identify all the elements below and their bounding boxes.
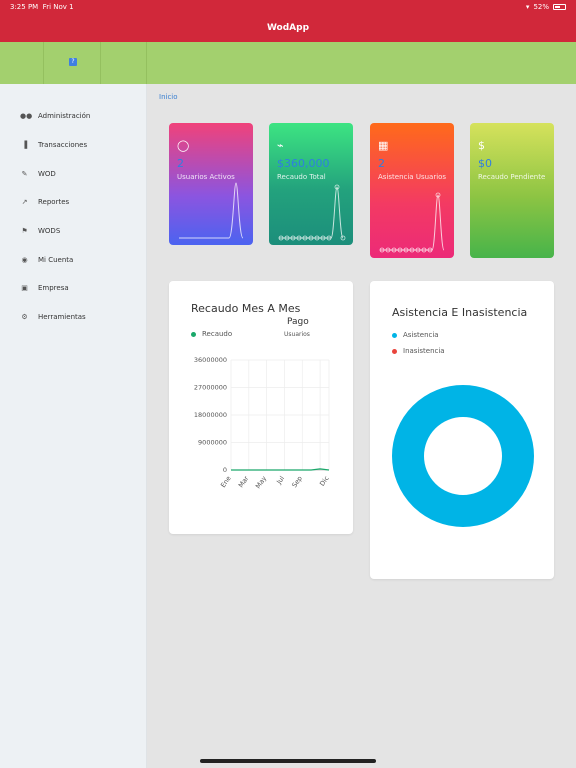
asistencia-chart-panel: Asistencia E Inasistencia Asistencia Ina… — [370, 281, 554, 579]
battery-icon — [553, 4, 566, 10]
series-line-recaudo — [231, 468, 330, 471]
line-chart-icon: ↗ — [21, 198, 28, 206]
card-label: Recaudo Total — [277, 173, 326, 181]
sidebar-item-reportes[interactable]: ↗ Reportes — [20, 198, 70, 206]
card-label: Asistencia Usuarios — [378, 173, 447, 181]
status-time: 3:25 PM Fri Nov 1 — [10, 3, 74, 11]
x-tick-label: Sep — [290, 475, 304, 490]
briefcase-icon: ▣ — [21, 284, 28, 292]
card-value: 2 — [177, 157, 184, 170]
x-tick-label: Ene — [219, 475, 233, 490]
dollar-icon: $ — [478, 139, 485, 152]
cart-icon: ⌁ — [277, 139, 284, 152]
wifi-icon: ▾ — [525, 3, 530, 11]
x-tick-label: Mar — [237, 474, 251, 489]
donut-slice-asistencia[interactable] — [392, 385, 534, 527]
sidebar-item-label: Transacciones — [38, 141, 88, 149]
sidebar-item-label: Mi Cuenta — [38, 256, 74, 264]
card-value: 2 — [378, 157, 385, 170]
sidebar-item-label: WOD — [38, 170, 56, 178]
card-recaudo-total[interactable]: ⌁ $360,000 Recaudo Total — [269, 123, 353, 245]
sidebar-item-label: WODS — [38, 227, 61, 235]
card-label: Recaudo Pendiente — [478, 173, 546, 181]
y-tick-label: 0 — [223, 466, 227, 474]
bar-chart-icon: ▐ — [21, 141, 28, 149]
status-right: ▾ 52% — [526, 3, 566, 11]
sidebar-item-wods[interactable]: ⚑ WODS — [20, 227, 60, 235]
toolbar — [0, 42, 576, 84]
cogs-icon: ⚙ — [21, 313, 28, 321]
flag-icon: ⚑ — [21, 227, 28, 235]
sidebar-item-label: Empresa — [38, 284, 69, 292]
sidebar-item-label: Administración — [38, 112, 91, 120]
status-bar: 3:25 PM Fri Nov 1 ▾ 52% — [0, 0, 576, 14]
app-header: WodApp — [0, 14, 576, 42]
toolbar-divider — [146, 42, 147, 84]
account-icon: ◉ — [21, 256, 28, 264]
card-value: $360,000 — [277, 157, 330, 170]
sidebar-item-label: Reportes — [38, 198, 70, 206]
sidebar-item-transacciones[interactable]: ▐ Transacciones — [20, 141, 87, 149]
home-indicator[interactable] — [200, 759, 376, 763]
card-label: Usuarios Activos — [177, 173, 235, 181]
card-asistencia-usuarios[interactable]: ▦ 2 Asistencia Usuarios — [370, 123, 454, 258]
recaudo-line-chart: 36000000 27000000 18000000 9000000 0Ene Mar Ma… — [194, 356, 331, 490]
battery-percent: 52% — [533, 3, 549, 11]
y-tick-label: 18000000 — [194, 411, 227, 419]
user-icon: ◯ — [177, 139, 190, 152]
calendar-icon: ▦ — [378, 139, 389, 152]
card-value: $0 — [478, 157, 492, 170]
x-tick-label: Jul — [274, 474, 286, 486]
sidebar-item-label: Herramientas — [38, 313, 86, 321]
users-icon: ●● — [20, 112, 33, 120]
toolbar-divider — [100, 42, 101, 84]
x-tick-label: Dic — [318, 474, 331, 487]
sidebar-item-administracion[interactable]: ●● Administración — [20, 112, 90, 120]
x-tick-label: May — [254, 474, 268, 490]
y-tick-label: 27000000 — [194, 384, 227, 392]
card-recaudo-pendiente[interactable]: $ $0 Recaudo Pendiente — [470, 123, 554, 258]
sidebar-item-herramientas[interactable]: ⚙ Herramientas — [20, 313, 86, 321]
sidebar: ●● Administración ▐ Transacciones ✎ WOD … — [0, 84, 147, 768]
sidebar-item-mi-cuenta[interactable]: ◉ Mi Cuenta — [20, 256, 73, 264]
recaudo-chart-panel: Recaudo Mes A Mes Recaudo Pago Usuarios … — [169, 281, 353, 534]
toolbar-divider — [43, 42, 44, 84]
help-icon[interactable]: ? — [69, 58, 77, 66]
card-usuarios-activos[interactable]: ◯ 2 Usuarios Activos — [169, 123, 253, 245]
breadcrumb[interactable]: Inicio — [159, 93, 178, 101]
y-tick-label: 36000000 — [194, 356, 227, 364]
edit-icon: ✎ — [21, 170, 28, 178]
asistencia-donut-chart — [392, 385, 534, 527]
sidebar-item-empresa[interactable]: ▣ Empresa — [20, 284, 69, 292]
sidebar-item-wod[interactable]: ✎ WOD — [20, 170, 56, 178]
app-title: WodApp — [266, 23, 310, 33]
y-tick-label: 9000000 — [198, 439, 227, 447]
